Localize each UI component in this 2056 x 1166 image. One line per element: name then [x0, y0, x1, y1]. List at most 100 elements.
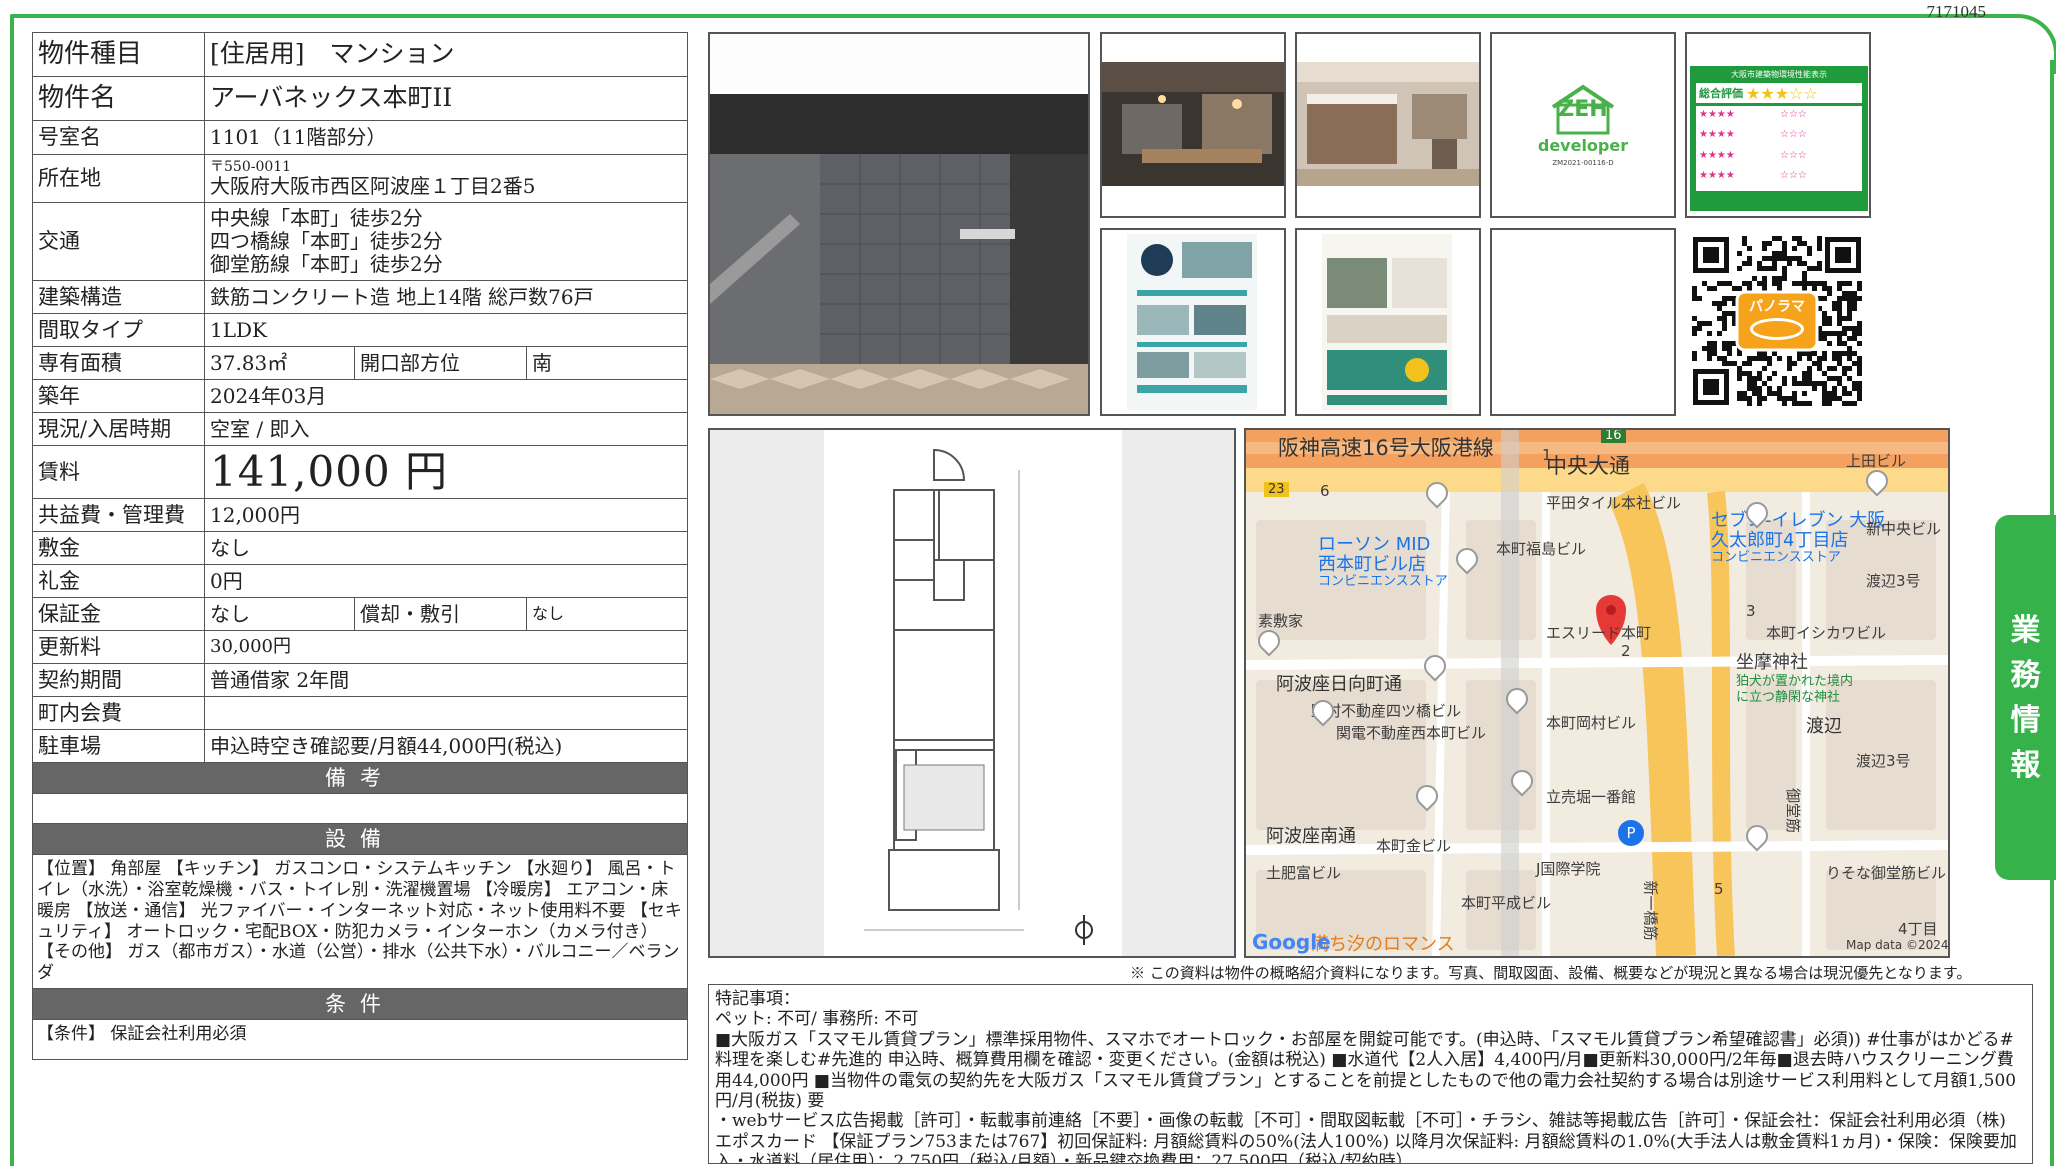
- amortization-label: 償却・敷引: [354, 597, 527, 632]
- postal-code: 〒550-0011: [210, 158, 292, 175]
- contract-label: 契約期間: [32, 663, 205, 698]
- status-label: 現況/入居時期: [32, 412, 205, 446]
- rent-value: 141,000 円: [204, 444, 688, 500]
- area-label: 専有面積: [32, 346, 205, 380]
- fee-label: 共益費・管理費: [32, 498, 205, 533]
- structure-label: 建築構造: [32, 280, 205, 314]
- frame-border-corner: [1898, 14, 2056, 74]
- key-money-label: 礼金: [32, 564, 205, 599]
- route-badge: 23: [1264, 482, 1289, 497]
- fee-value: 12,000円: [204, 498, 688, 533]
- map-label: 本町イシカワビル: [1766, 624, 1887, 642]
- floor-plan[interactable]: [708, 428, 1236, 958]
- map-label: 新中央ビル: [1866, 520, 1942, 538]
- remarks-header: 備考: [32, 762, 688, 795]
- structure-value: 鉄筋コンクリート造 地上14階 総戸数76戸: [204, 280, 688, 314]
- panorama-label: パノラマ: [1749, 299, 1805, 315]
- notes-heading: 特記事項：: [715, 989, 800, 1009]
- rating-title: 大阪市建築物環境性能表示: [1731, 70, 1827, 79]
- parking-value: 申込時空き確認要/月額44,000円(税込): [204, 729, 688, 764]
- route-badge: 16: [1601, 430, 1626, 443]
- rating-row-icon: ★★★★: [1699, 129, 1735, 141]
- map-label: 1: [1542, 446, 1552, 464]
- side-tab-char: 業: [2010, 612, 2041, 648]
- direction-label: 開口部方位: [354, 346, 527, 380]
- business-info-tab[interactable]: 業 務 情 報: [1995, 515, 2056, 880]
- map-label: 本町福島ビル: [1496, 540, 1587, 558]
- rating-stars-icon: ★★★☆☆: [1746, 83, 1818, 103]
- side-tab-char: 情: [2010, 702, 2041, 738]
- map-label: 関電不動産西本町ビル: [1336, 724, 1487, 742]
- rating-row-icon: ★★★★: [1699, 169, 1735, 181]
- address-label: 所在地: [32, 154, 205, 203]
- renewal-value: 30,000円: [204, 630, 688, 665]
- map-label: 6: [1320, 482, 1330, 500]
- address-cell: 〒550-0011 大阪府大阪市西区阿波座１丁目2番5: [204, 154, 688, 203]
- rating-row-icon: ★★★★: [1699, 109, 1735, 120]
- map-label: 阿波座南通: [1266, 826, 1356, 847]
- building-exterior-photo[interactable]: [708, 32, 1090, 416]
- traffic-line: 四つ橋線「本町」徒歩2分: [210, 229, 443, 253]
- brochure-page-2[interactable]: [1295, 228, 1481, 416]
- map-label: 5: [1714, 880, 1724, 898]
- rent-label: 賃料: [32, 444, 205, 500]
- rating-row-icon: ☆☆☆: [1780, 109, 1807, 120]
- direction-value: 南: [526, 346, 688, 380]
- deposit-label: 敷金: [32, 531, 205, 566]
- amortization-value: なし: [526, 597, 688, 632]
- guarantee-label: 保証金: [32, 597, 205, 632]
- zeh-text: ZEH: [1558, 97, 1608, 122]
- conditions-header: 条件: [32, 987, 688, 1020]
- lobby-photo[interactable]: [1100, 32, 1286, 218]
- rating-row-icon: ★★★★: [1699, 149, 1735, 161]
- map-label: 阪神高速16号大阪港線: [1278, 436, 1494, 460]
- map-attribution: Map data ©2024: [1846, 938, 1949, 952]
- google-logo: Google: [1252, 930, 1331, 954]
- zeh-sub-text: developer: [1537, 136, 1629, 155]
- renewal-label: 更新料: [32, 630, 205, 665]
- deposit-value: なし: [204, 531, 688, 566]
- map-label: 中央大通: [1546, 454, 1630, 478]
- property-table: 物件種目 [住居用] マンション 物件名 アーバネックス本町II 号室名 110…: [32, 32, 688, 1060]
- layout-label: 間取タイプ: [32, 313, 205, 347]
- notes-line: ・webサービス広告掲載［許可］・転載事前連絡［不要］・画像の転載［不可］・間取…: [715, 1111, 2017, 1164]
- guarantee-value: なし: [204, 597, 355, 632]
- name-label: 物件名: [32, 76, 205, 121]
- map-label: 3: [1746, 602, 1756, 620]
- map-label: 上田ビル: [1846, 452, 1907, 470]
- notes-line: ペット: 不可/ 事務所: 不可: [715, 1009, 919, 1030]
- address-value: 大阪府大阪市西区阿波座１丁目2番5: [210, 174, 536, 199]
- remarks-body: [32, 793, 688, 825]
- contract-value: 普通借家 2年間: [204, 663, 688, 698]
- side-tab-char: 報: [2010, 747, 2041, 783]
- special-notes: 特記事項： ペット: 不可/ 事務所: 不可 ■大阪ガス「スマモル賃貸プラン」標…: [708, 984, 2033, 1164]
- empty-photo-slot: [1490, 228, 1676, 416]
- map-label: 渡辺3号: [1856, 752, 1911, 770]
- map-label: 本町岡村ビル: [1546, 714, 1637, 732]
- traffic-line: 中央線「本町」徒歩2分: [210, 206, 423, 230]
- panorama-qr-code[interactable]: パノラマ: [1688, 232, 1866, 410]
- parking-label: 駐車場: [32, 729, 205, 764]
- location-map[interactable]: 阪神高速16号大阪港線 中央大通 上田ビル 平田タイル本社ビル セブン-イレブン…: [1244, 428, 1950, 958]
- map-label: 2: [1621, 642, 1631, 660]
- rating-label: 総合評価: [1699, 87, 1743, 100]
- map-label: 渡辺3号: [1866, 572, 1921, 590]
- map-label: エスリード本町: [1546, 624, 1652, 642]
- key-money-value: 0円: [204, 564, 688, 599]
- panorama-rotate-icon: [1750, 318, 1804, 340]
- traffic-line: 御堂筋線「本町」徒歩2分: [210, 252, 443, 276]
- map-label: りそな御堂筋ビル: [1826, 864, 1947, 882]
- environment-rating-label: 大阪市建築物環境性能表示 総合評価 ★★★☆☆ ★★★★ ☆☆☆ ★★★★ ☆☆☆ …: [1685, 32, 1871, 218]
- map-label: に立つ静閑な神社: [1736, 690, 1841, 705]
- frame-border-top: [10, 14, 1900, 18]
- type-value: [住居用] マンション: [204, 32, 688, 77]
- name-value: アーバネックス本町II: [204, 76, 688, 121]
- room-interior-photo[interactable]: [1295, 32, 1481, 218]
- map-label: 満ち汐のロマンス: [1311, 934, 1455, 955]
- brochure-page-1[interactable]: [1100, 228, 1286, 416]
- rating-row-icon: ☆☆☆: [1780, 129, 1807, 141]
- zeh-developer-logo: ZEH developer ZM2021-00116-D: [1490, 32, 1676, 218]
- map-label: 渡辺: [1806, 716, 1842, 737]
- parking-icon[interactable]: P: [1618, 820, 1644, 846]
- community-fee-value: [204, 696, 688, 731]
